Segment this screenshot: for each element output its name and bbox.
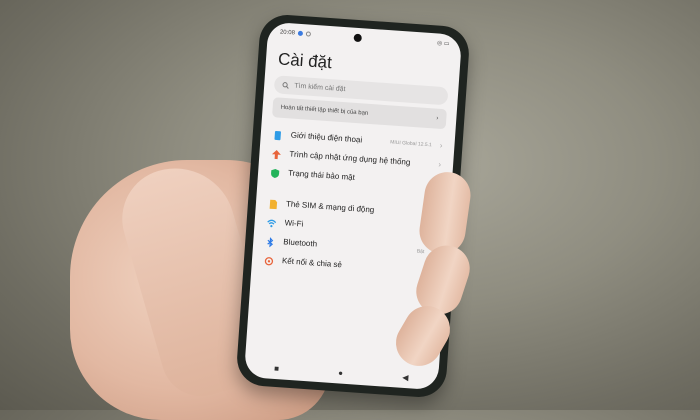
settings-item-value: MIUI Global 12.5.1 <box>389 139 432 149</box>
sim-card-icon <box>269 199 278 210</box>
chevron-right-icon: › <box>438 159 442 170</box>
notification-icon <box>297 30 304 37</box>
shield-icon <box>271 168 280 178</box>
bluetooth-icon <box>267 237 274 248</box>
phone-info-icon <box>274 130 281 141</box>
settings-item-value: Bật <box>416 248 425 256</box>
back-button[interactable]: ◀ <box>402 373 409 382</box>
connection-icon <box>264 257 274 266</box>
location-icon <box>305 31 312 37</box>
search-icon <box>282 81 289 89</box>
status-right-icons: ◎ ▭ <box>436 40 450 48</box>
wifi-icon <box>267 219 277 228</box>
navigation-bar: ■ ● ◀ <box>244 362 438 385</box>
setup-banner-label: Hoàn tất thiết lập thiết bị của bạn <box>280 104 369 117</box>
status-time: 20:08 <box>279 28 296 37</box>
search-placeholder: Tìm kiếm cài đặt <box>294 82 346 93</box>
update-arrow-icon <box>271 150 281 160</box>
chevron-right-icon: › <box>439 140 443 151</box>
recents-button[interactable]: ■ <box>274 364 279 373</box>
chevron-right-icon: › <box>436 115 439 122</box>
home-button[interactable]: ● <box>338 368 343 377</box>
